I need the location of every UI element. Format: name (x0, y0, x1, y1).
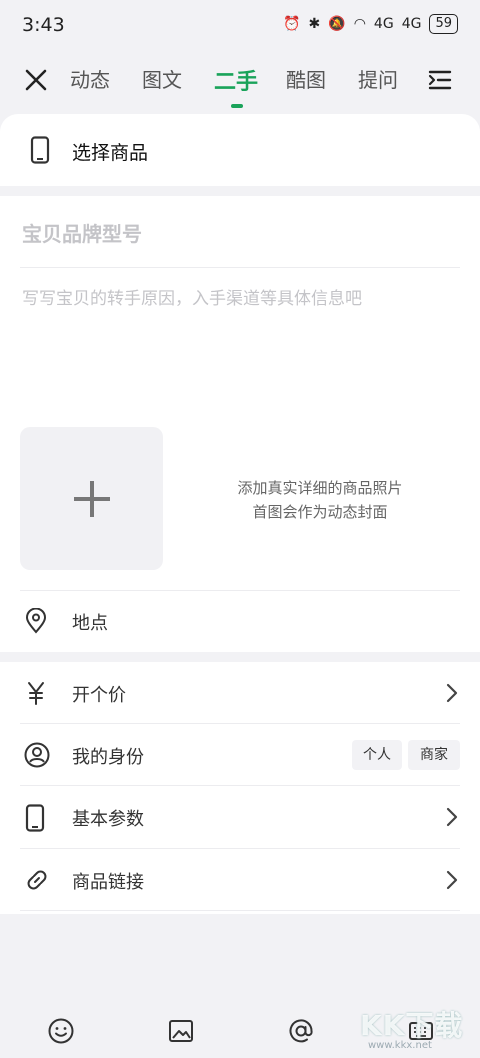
emoji-icon[interactable] (48, 1018, 74, 1044)
identity-personal-chip[interactable]: 个人 (352, 740, 402, 770)
link-row[interactable]: 商品链接 (0, 849, 480, 911)
price-label: 开个价 (72, 685, 126, 706)
description-input[interactable] (20, 284, 464, 408)
plus-icon-stem (90, 481, 94, 517)
tab-ershou[interactable]: 二手 (214, 64, 286, 108)
phone-icon (30, 136, 50, 164)
section-divider (0, 186, 480, 196)
mute-icon: 🔕 (328, 16, 346, 32)
tab-tuwen[interactable]: 图文 (142, 64, 214, 96)
location-row[interactable]: 地点 (0, 590, 480, 652)
at-icon[interactable] (288, 1018, 314, 1044)
chevron-right-icon (446, 683, 458, 703)
title-input[interactable] (20, 200, 464, 268)
top-nav: 动态 图文 二手 酷图 提问 (0, 52, 480, 108)
image-icon[interactable] (168, 1018, 194, 1044)
form-card: 选择商品 添加真实详细的商品照片 首图会作为动态封面 地点 开个价 (0, 114, 480, 914)
tab-tiwen[interactable]: 提问 (358, 64, 430, 96)
params-row[interactable]: 基本参数 (0, 786, 480, 848)
divider (20, 910, 460, 911)
divider (20, 267, 460, 268)
identity-row: 我的身份 个人 商家 (0, 724, 480, 786)
photo-hint-line2: 首图会作为动态封面 (252, 503, 388, 521)
bluetooth-icon: ✱ (308, 16, 321, 32)
photo-hint: 添加真实详细的商品照片 首图会作为动态封面 (200, 476, 440, 524)
wifi-icon: ◠ (353, 16, 366, 32)
select-product-row[interactable]: 选择商品 (0, 114, 480, 186)
tab-bar: 动态 图文 二手 酷图 提问 (70, 64, 430, 108)
link-icon (27, 870, 47, 890)
user-circle-icon (24, 742, 50, 768)
status-icons: ⏰ ✱ 🔕 ◠ 4G 4G 59 (283, 14, 458, 34)
alarm-icon: ⏰ (283, 16, 301, 32)
location-label: 地点 (72, 613, 108, 634)
chevron-right-icon (446, 807, 458, 827)
chevron-right-icon (446, 870, 458, 890)
section-divider (0, 652, 480, 662)
status-bar: 3:43 ⏰ ✱ 🔕 ◠ 4G 4G 59 (0, 0, 480, 50)
watermark-site: www.kkx.net (368, 1040, 432, 1051)
status-time: 3:43 (22, 14, 65, 36)
params-label: 基本参数 (72, 809, 144, 830)
close-icon[interactable] (22, 66, 50, 94)
location-pin-icon (25, 608, 47, 634)
price-row[interactable]: 开个价 (0, 662, 480, 724)
link-label: 商品链接 (72, 872, 144, 893)
phone-icon (25, 804, 45, 832)
signal-label-1: 4G (373, 16, 394, 32)
photo-hint-line1: 添加真实详细的商品照片 (237, 479, 403, 497)
add-photo-button[interactable] (20, 427, 163, 570)
tab-kutu[interactable]: 酷图 (286, 64, 358, 96)
tab-dongtai[interactable]: 动态 (70, 64, 142, 96)
menu-indent-icon[interactable] (426, 66, 454, 94)
identity-merchant-chip[interactable]: 商家 (408, 740, 460, 770)
watermark-logo: KK下载 (360, 1009, 464, 1042)
signal-label-2: 4G (401, 16, 422, 32)
battery-indicator: 59 (429, 14, 458, 34)
identity-label: 我的身份 (72, 747, 144, 768)
select-product-label: 选择商品 (72, 142, 149, 164)
yuan-icon (28, 682, 44, 705)
